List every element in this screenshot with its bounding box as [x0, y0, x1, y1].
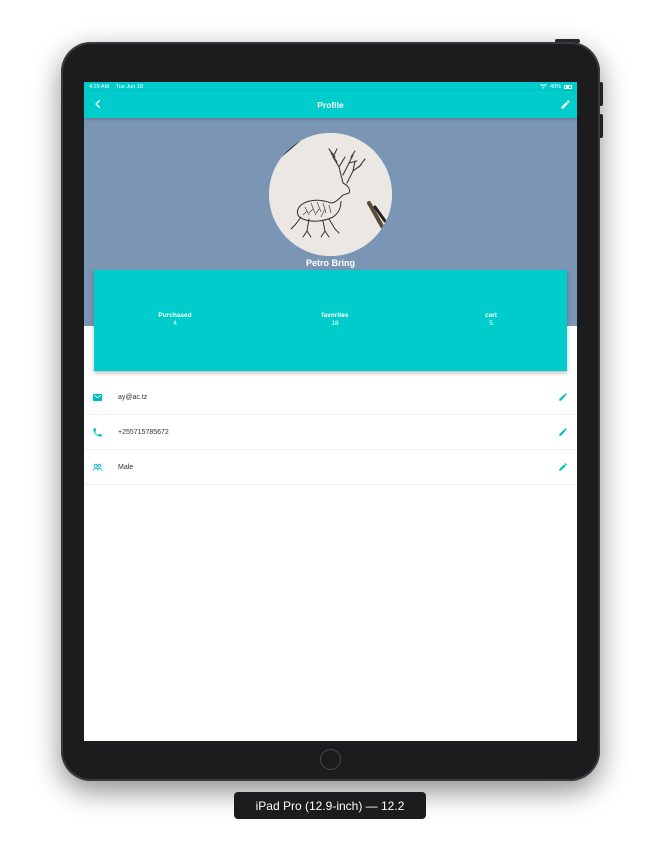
status-date: Tue Jun 18 [115, 83, 143, 90]
status-right: 40% [539, 83, 572, 90]
stat-favorites[interactable]: favorites 18 [295, 312, 375, 327]
info-row-gender: Male [84, 450, 577, 485]
stat-cart[interactable]: cart 5 [451, 312, 531, 327]
info-list: ay@ac.tz +255715785672 Male [84, 380, 577, 485]
stat-purchased[interactable]: Purchased 4 [135, 312, 215, 327]
stat-label: Purchased [158, 312, 192, 319]
phone-icon [93, 428, 102, 437]
wifi-icon [539, 84, 547, 89]
stat-value: 5 [489, 320, 493, 327]
battery-percent: 40% [549, 83, 561, 90]
pencil-icon[interactable] [560, 99, 571, 110]
status-time: 4:29 AM [89, 83, 110, 90]
pencil-icon[interactable] [558, 427, 568, 437]
deer-sketch-image [269, 133, 392, 256]
app-bar: Profile [84, 91, 577, 118]
app-screen: 4:29 AM Tue Jun 18 40% Profile Petro Bri… [84, 82, 577, 741]
status-left: 4:29 AM Tue Jun 18 [89, 84, 148, 90]
info-row-email: ay@ac.tz [84, 380, 577, 415]
pencil-icon[interactable] [558, 462, 568, 472]
status-bar: 4:29 AM Tue Jun 18 40% [84, 82, 577, 91]
stat-value: 18 [331, 320, 339, 327]
email-icon [92, 393, 103, 402]
stat-label: favorites [321, 312, 349, 319]
chevron-left-icon[interactable] [92, 98, 104, 110]
home-button[interactable] [320, 749, 341, 770]
stat-value: 4 [173, 320, 177, 327]
phone-value: +255715785672 [118, 428, 169, 436]
battery-icon [564, 84, 572, 89]
page-title: Profile [317, 99, 344, 110]
profile-name: Petro Bring [305, 258, 355, 268]
stat-label: cart [485, 312, 497, 319]
info-row-phone: +255715785672 [84, 415, 577, 450]
email-value: ay@ac.tz [118, 393, 148, 401]
pencil-icon[interactable] [558, 392, 568, 402]
people-icon [92, 463, 103, 471]
avatar[interactable] [269, 133, 392, 256]
gender-value: Male [118, 463, 134, 471]
device-label: iPad Pro (12.9-inch) — 12.2 [234, 792, 426, 819]
stats-card: Purchased 4 favorites 18 cart 5 [94, 270, 567, 371]
